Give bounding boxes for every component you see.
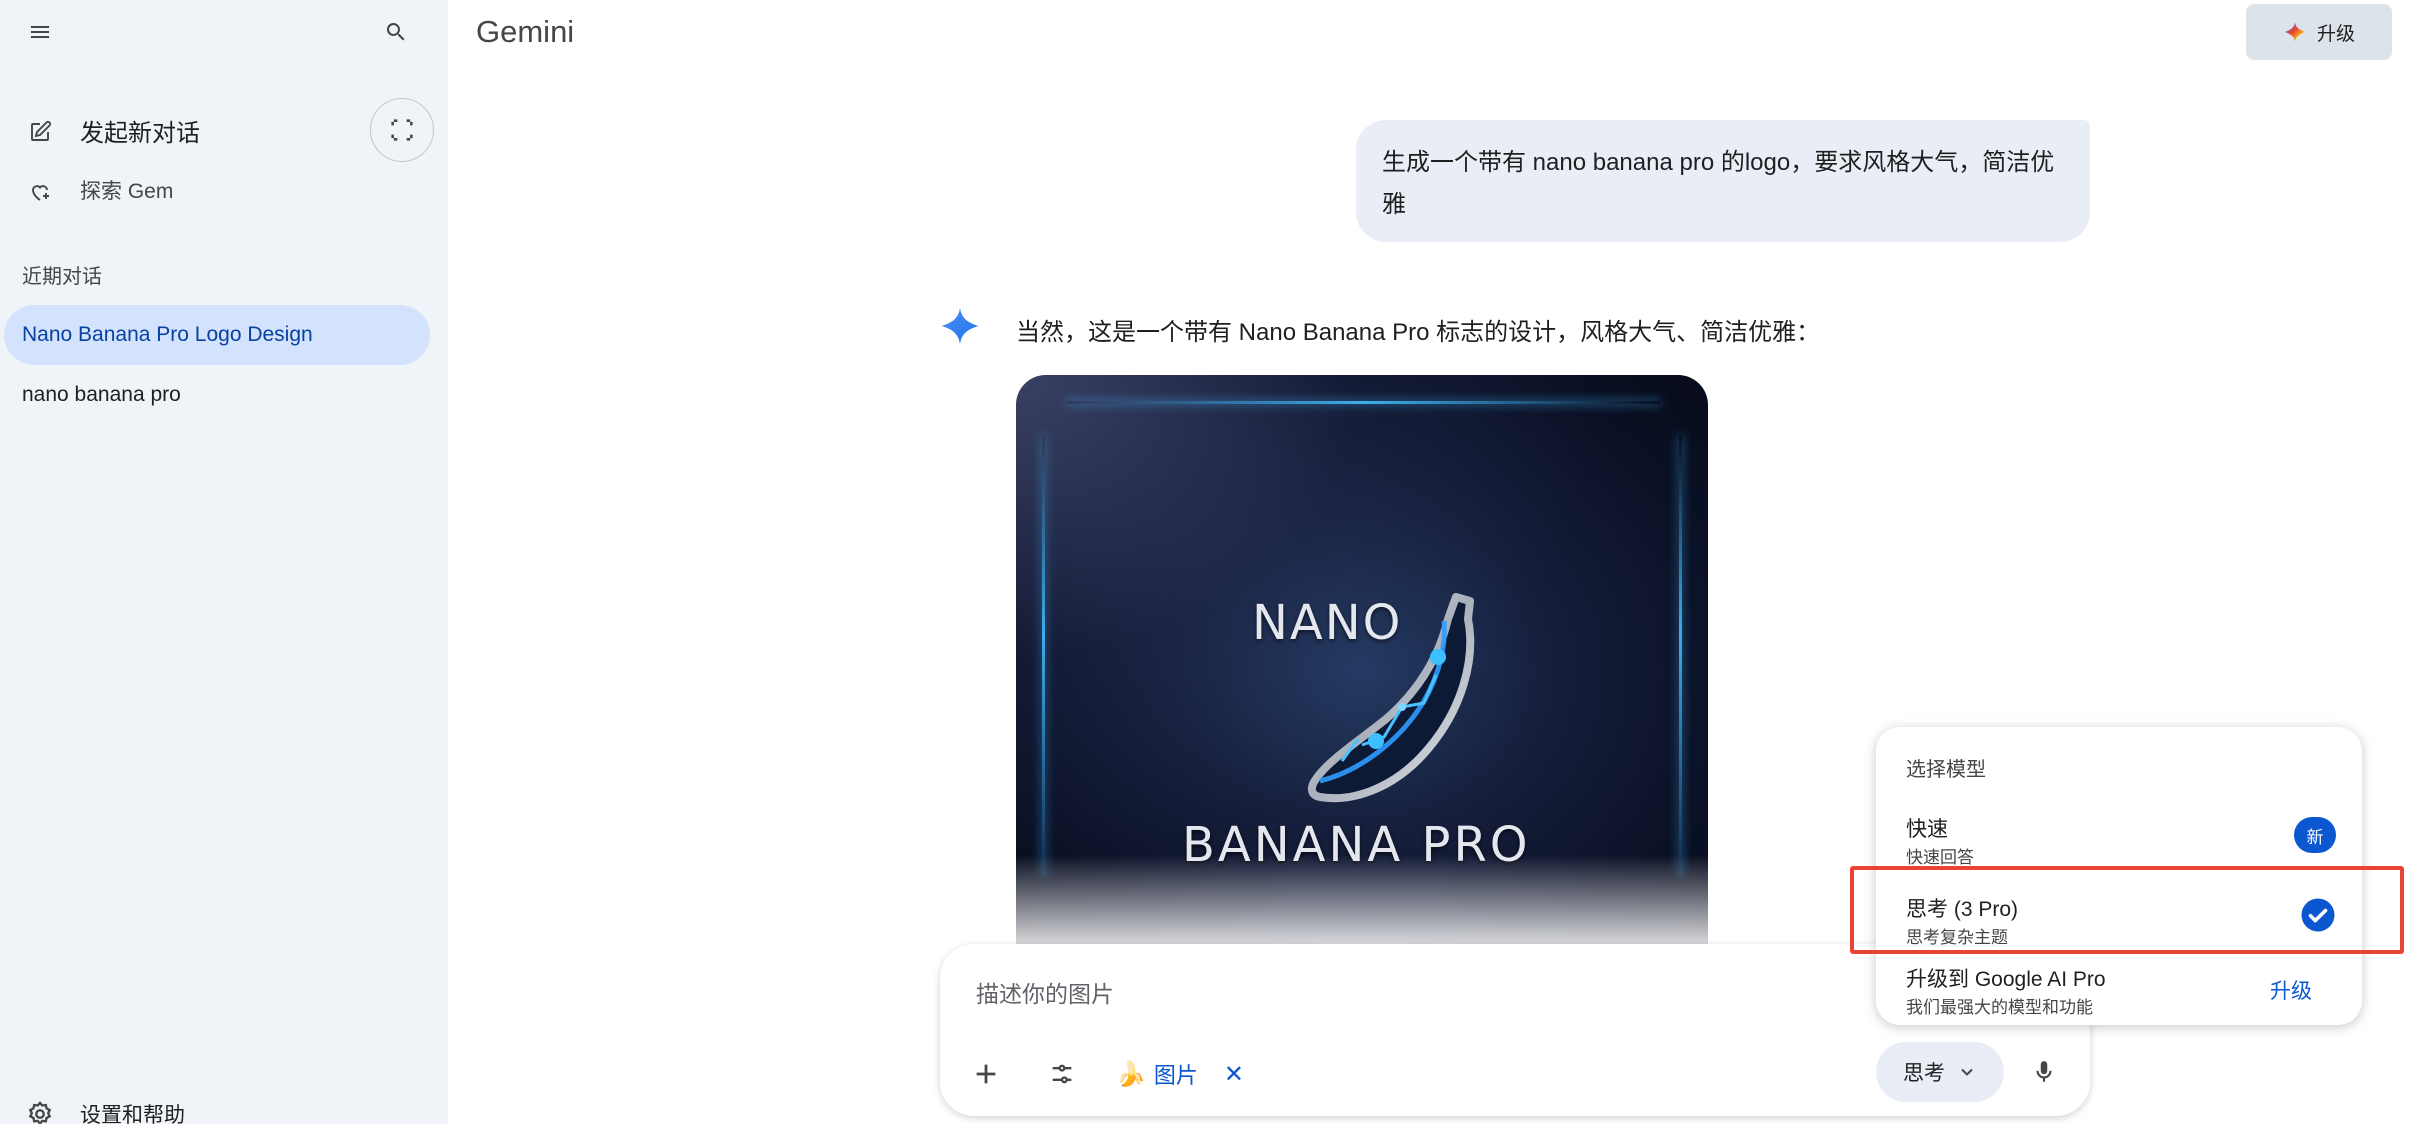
new-badge: 新 bbox=[2294, 817, 2336, 853]
model-option-title: 思考 (3 Pro) bbox=[1906, 898, 2019, 921]
model-option-subtitle: 思考复杂主题 bbox=[1906, 928, 2008, 947]
model-option-subtitle: 我们最强大的模型和功能 bbox=[1906, 998, 2093, 1017]
image-frame-line bbox=[1679, 435, 1682, 875]
tools-icon bbox=[1052, 1064, 1072, 1084]
upgrade-button[interactable]: 升级 bbox=[2246, 4, 2392, 60]
image-fade bbox=[1016, 855, 1708, 945]
upgrade-label: 升级 bbox=[2316, 23, 2355, 45]
prompt-input[interactable] bbox=[976, 974, 1776, 1014]
model-option-upgrade[interactable]: 升级到 Google AI Pro 我们最强大的模型和功能 升级 bbox=[1876, 953, 2362, 1019]
settings-help-button[interactable]: 设置和帮助 bbox=[0, 1094, 440, 1124]
model-option-fast[interactable]: 快速 快速回答 新 bbox=[1876, 803, 2362, 869]
check-circle-icon bbox=[2301, 898, 2335, 932]
sidebar: 发起新对话 探索 Gem 近期对话 Nano Banana Pro Logo D… bbox=[0, 0, 448, 1124]
mode-selector-button[interactable]: 思考 bbox=[1876, 1042, 2004, 1102]
user-message: 生成一个带有 nano banana pro 的logo，要求风格大气，简洁优雅 bbox=[1356, 120, 2090, 242]
tools-button[interactable] bbox=[1038, 1050, 1086, 1098]
plus-icon bbox=[976, 1064, 996, 1084]
response-text: 当然，这是一个带有 Nano Banana Pro 标志的设计，风格大气、简洁优… bbox=[1016, 319, 1821, 346]
generated-logo-image[interactable]: NANO BANANA PRO bbox=[1016, 375, 1708, 945]
model-option-thinking[interactable]: 思考 (3 Pro) 思考复杂主题 bbox=[1876, 883, 2362, 949]
model-select-menu: 选择模型 快速 快速回答 新 思考 (3 Pro) 思考复杂主题 升级到 Goo… bbox=[1876, 727, 2362, 1025]
search-button[interactable] bbox=[372, 8, 420, 56]
search-icon bbox=[386, 23, 405, 41]
gemini-spark-icon bbox=[941, 307, 979, 345]
edit-icon bbox=[28, 118, 52, 142]
temporary-chat-icon bbox=[391, 119, 413, 141]
new-chat-label: 发起新对话 bbox=[80, 119, 200, 147]
image-frame-line bbox=[1066, 401, 1660, 404]
add-attachment-button[interactable] bbox=[962, 1050, 1010, 1098]
model-option-title: 升级到 Google AI Pro bbox=[1906, 968, 2106, 991]
image-frame-line bbox=[1042, 435, 1045, 875]
sparkle-icon bbox=[2284, 22, 2305, 42]
mode-label: 思考 bbox=[1903, 1062, 1945, 1085]
menu-title: 选择模型 bbox=[1906, 759, 1986, 781]
explore-gem-button[interactable]: 探索 Gem bbox=[0, 162, 440, 218]
recent-title: 近期对话 bbox=[22, 266, 102, 288]
chip-close-icon[interactable]: ✕ bbox=[1224, 1060, 1244, 1089]
banana-icon: 🍌 bbox=[1116, 1060, 1146, 1088]
chevron-down-icon bbox=[1961, 1068, 1973, 1076]
conversation-item[interactable]: Nano Banana Pro Logo Design bbox=[4, 305, 430, 365]
gem-icon bbox=[28, 178, 52, 202]
image-tool-chip[interactable]: 🍌 图片 ✕ bbox=[1116, 1054, 1244, 1094]
gear-icon bbox=[26, 1100, 54, 1124]
microphone-button[interactable] bbox=[2020, 1048, 2068, 1096]
settings-label: 设置和帮助 bbox=[80, 1104, 185, 1124]
model-option-subtitle: 快速回答 bbox=[1906, 848, 1974, 867]
image-chip-label: 图片 bbox=[1153, 1063, 1198, 1088]
explore-gem-label: 探索 Gem bbox=[80, 180, 174, 203]
model-option-title: 快速 bbox=[1906, 818, 1948, 841]
hamburger-menu-icon bbox=[31, 26, 49, 38]
temporary-chat-button[interactable] bbox=[370, 98, 434, 162]
main-menu-button[interactable] bbox=[16, 8, 64, 56]
conversation-item[interactable]: nano banana pro bbox=[4, 365, 430, 425]
microphone-icon bbox=[2036, 1061, 2052, 1082]
menu-upgrade-link[interactable]: 升级 bbox=[2270, 975, 2312, 1005]
banana-logo-icon bbox=[1307, 593, 1475, 803]
app-title: Gemini bbox=[476, 14, 575, 49]
